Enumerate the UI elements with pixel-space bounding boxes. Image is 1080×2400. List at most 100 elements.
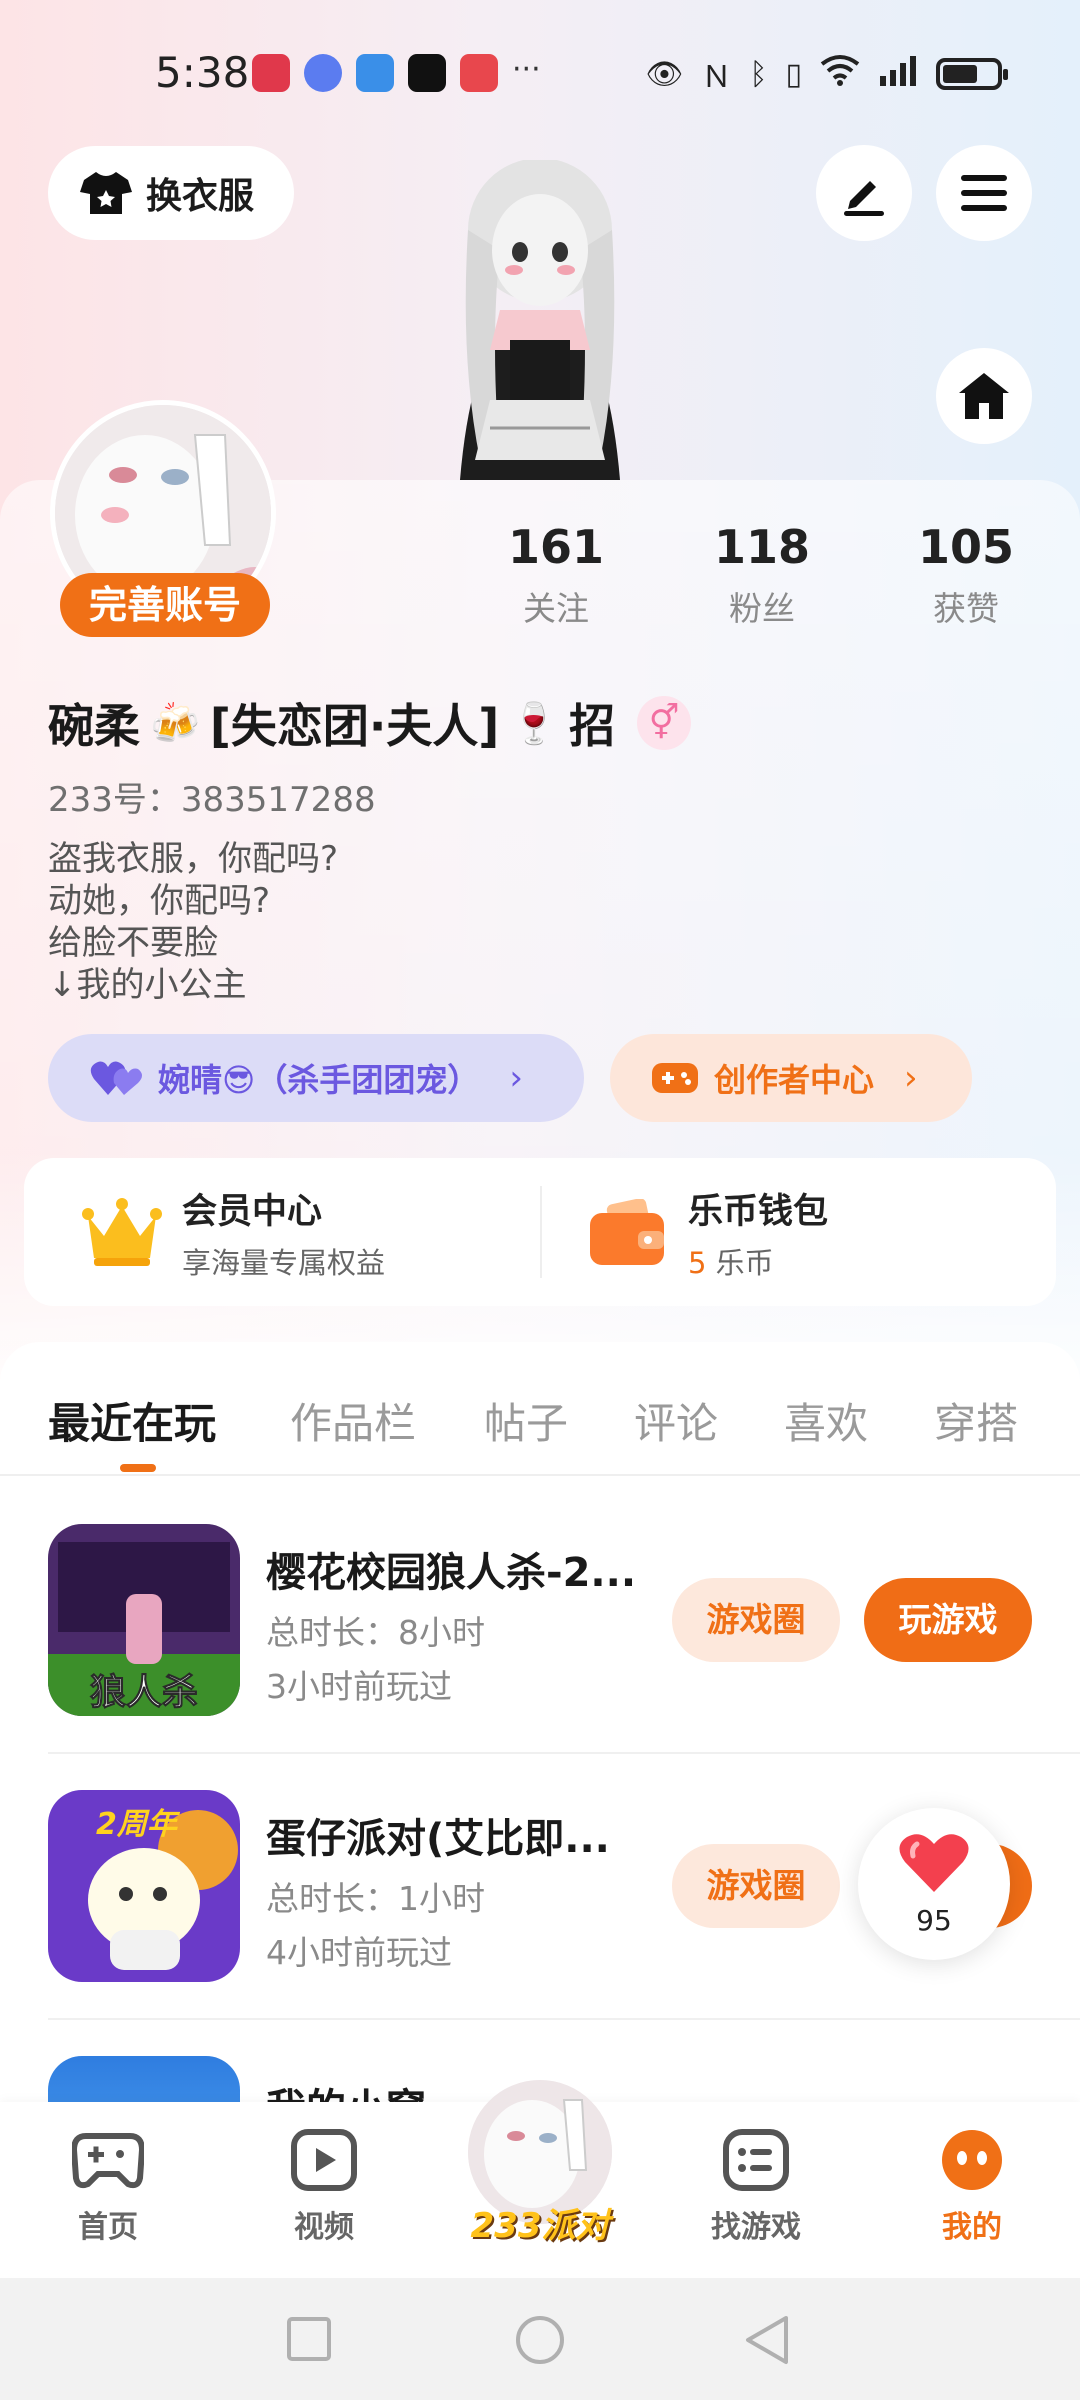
content-tabs: 最近在玩 作品栏 帖子 评论 喜欢 穿搭: [0, 1342, 1080, 1472]
game-name: 樱花校园狼人杀-2...: [266, 1550, 637, 1596]
music-app-icon: [304, 54, 342, 92]
video-play-icon: [291, 2129, 357, 2191]
fans-count: 118: [713, 520, 811, 574]
change-outfit-button[interactable]: 换衣服: [48, 146, 294, 240]
nav-party-label[interactable]: 233派对: [468, 2198, 612, 2247]
nickname-part-3: 招: [569, 699, 616, 753]
tab-posts[interactable]: 帖子: [484, 1390, 568, 1451]
tab-recent[interactable]: 最近在玩: [48, 1390, 216, 1451]
floating-like-button[interactable]: 95: [858, 1808, 1010, 1960]
relationship-button[interactable]: 婉晴😎（杀手团团宠） ›: [48, 1034, 584, 1122]
game-icon-werewolf: 狼人杀: [48, 1524, 240, 1716]
nav-find-games[interactable]: 找游戏: [686, 2128, 826, 2246]
nav-find-label: 找游戏: [711, 2210, 801, 2245]
likes-count: 105: [917, 520, 1015, 574]
recent-apps-icon[interactable]: [286, 2316, 332, 2362]
active-tab-indicator: [120, 1464, 156, 1472]
wallet-title: 乐币钱包: [688, 1191, 829, 1232]
nav-video[interactable]: 视频: [254, 2128, 394, 2246]
vibrate-icon: ▯: [785, 56, 802, 92]
avatar-figure[interactable]: [420, 160, 660, 480]
wine-emoji-icon: 🍷: [509, 700, 560, 747]
tab-comments[interactable]: 评论: [634, 1390, 718, 1451]
tab-works[interactable]: 作品栏: [290, 1390, 416, 1451]
wallet-unit: 乐币: [715, 1245, 774, 1280]
status-bar: 5:38 ··· 👁 Ｎ ᛒ ▯: [0, 40, 1080, 110]
game-duration: 总时长：8小时: [266, 1613, 485, 1652]
wallet-app-icon: [356, 54, 394, 92]
edit-profile-button[interactable]: [816, 145, 912, 241]
chevron-right-icon: ›: [904, 1058, 918, 1098]
following-count: 161: [507, 520, 605, 574]
nav-mine-label: 我的: [942, 2210, 1002, 2245]
like-count: 95: [916, 1904, 952, 1937]
vip-center-subtitle: 享海量专属权益: [182, 1245, 386, 1280]
creator-center-button[interactable]: 创作者中心 ›: [610, 1034, 972, 1122]
tab-likes[interactable]: 喜欢: [784, 1390, 868, 1451]
stat-likes[interactable]: 105 获赞: [896, 520, 1036, 630]
nav-mine[interactable]: 我的: [902, 2128, 1042, 2246]
gamepad-icon: [70, 2133, 146, 2189]
user-id[interactable]: 233号：383517288: [48, 772, 376, 821]
game-icon-text: 2周年: [96, 1807, 181, 1842]
creator-center-label: 创作者中心: [714, 1061, 875, 1099]
game-last-played: 4小时前玩过: [266, 1933, 452, 1972]
home-icon: [959, 373, 1009, 419]
gender-icon: ⚥: [637, 696, 692, 750]
back-triangle-icon[interactable]: [742, 2314, 792, 2366]
nav-home-label: 首页: [78, 2210, 138, 2245]
game-icon-eggy-party: 2周年: [48, 1790, 240, 1982]
home-button[interactable]: [936, 348, 1032, 444]
vip-center-button[interactable]: 会员中心 享海量专属权益: [82, 1158, 385, 1306]
game-circle-button[interactable]: 游戏圈: [672, 1578, 840, 1662]
stat-fans[interactable]: 118 粉丝: [692, 520, 832, 630]
bio-line: 给脸不要脸: [48, 923, 218, 963]
wallet-balance: 5 乐币: [688, 1240, 828, 1282]
reader-app-icon: [460, 54, 498, 92]
profile-face-icon: [942, 2130, 1002, 2190]
wallet-button[interactable]: 乐币钱包 5 乐币: [590, 1158, 828, 1306]
nickname-part-1: 碗柔: [48, 699, 140, 753]
fans-label: 粉丝: [729, 589, 795, 628]
eye-icon: 👁: [645, 56, 684, 92]
tiktok-app-icon: [408, 54, 446, 92]
tab-outfits[interactable]: 穿搭: [934, 1390, 1018, 1451]
nav-home[interactable]: 首页: [38, 2128, 178, 2246]
game-duration: 总时长：1小时: [266, 1879, 485, 1918]
bio: 盗我衣服，你配吗? 动她，你配吗? 给脸不要脸 ↓我的小公主: [48, 838, 338, 1006]
signal-icon: [878, 54, 918, 94]
bio-line: 动她，你配吗?: [48, 881, 271, 921]
relationship-title: （杀手团团宠）: [255, 1061, 480, 1099]
bio-line: 盗我衣服，你配吗?: [48, 839, 339, 879]
likes-label: 获赞: [933, 589, 999, 628]
huawei-app-icon: [252, 54, 290, 92]
wallet-amount: 5: [688, 1245, 707, 1280]
nav-video-label: 视频: [294, 2210, 354, 2245]
sunglasses-emoji-icon: 😎: [222, 1061, 256, 1099]
complete-account-button[interactable]: 完善账号: [60, 573, 270, 637]
home-circle-icon[interactable]: [514, 2314, 566, 2366]
vip-center-title: 会员中心: [182, 1191, 323, 1232]
menu-button[interactable]: [936, 145, 1032, 241]
following-label: 关注: [523, 589, 589, 628]
play-game-button[interactable]: 玩游戏: [864, 1578, 1032, 1662]
relationship-name: 婉晴: [158, 1061, 223, 1099]
row-divider: [48, 1752, 1080, 1754]
change-outfit-label: 换衣服: [146, 176, 255, 217]
tabs-divider: [0, 1474, 1080, 1476]
vip-divider: [540, 1186, 542, 1278]
wifi-icon: [820, 54, 860, 94]
double-heart-icon: [90, 1061, 142, 1095]
list-item[interactable]: 狼人杀 樱花校园狼人杀-2... 总时长：8小时 3小时前玩过 游戏圈 玩游戏: [0, 1524, 1080, 1790]
stat-following[interactable]: 161 关注: [486, 520, 626, 630]
game-circle-button[interactable]: 游戏圈: [672, 1844, 840, 1928]
system-nav-bar: [0, 2278, 1080, 2400]
status-time: 5:38: [155, 48, 250, 97]
heart-icon: [899, 1834, 969, 1892]
system-status-icons: 👁 Ｎ ᛒ ▯: [645, 52, 1008, 96]
game-name: 蛋仔派对(艾比即...: [266, 1816, 610, 1862]
bluetooth-icon: ᛒ: [749, 56, 768, 92]
list-icon: [723, 2129, 789, 2191]
menu-icon: [961, 175, 1007, 211]
game-icon-my-den: [48, 2056, 240, 2106]
